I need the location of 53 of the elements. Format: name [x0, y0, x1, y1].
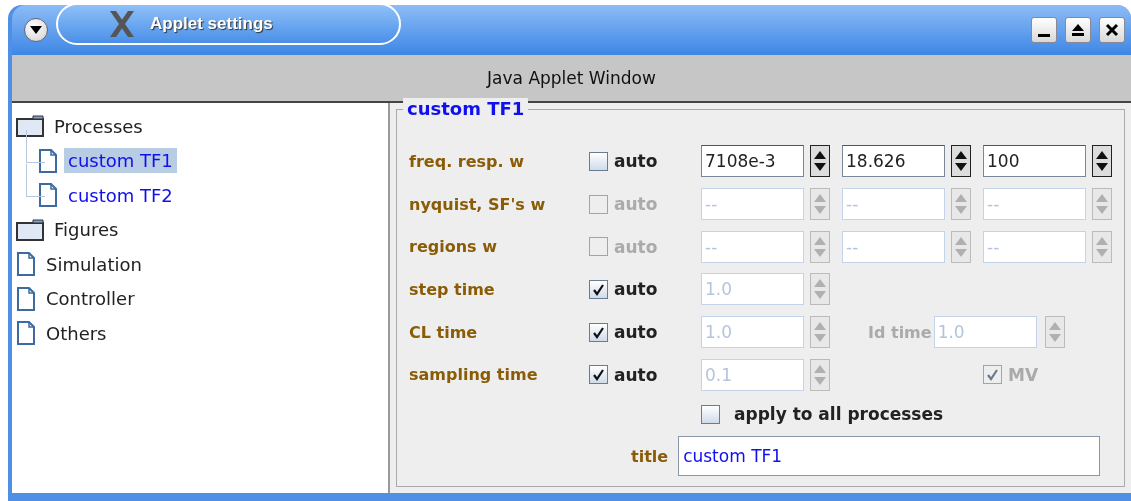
- banner-text: Java Applet Window: [487, 68, 656, 88]
- auto-checkbox[interactable]: [589, 151, 608, 171]
- spinner-button[interactable]: [951, 145, 971, 178]
- field-label: title: [631, 446, 669, 466]
- row-label: nyquist, SF's w: [409, 194, 547, 214]
- maximize-button[interactable]: [1065, 17, 1091, 43]
- tree-item[interactable]: Simulation: [42, 251, 146, 277]
- row-label: regions w: [409, 237, 498, 257]
- tree-item[interactable]: Figures: [50, 217, 123, 243]
- number-field[interactable]: 18.626: [842, 145, 945, 178]
- document-icon: [38, 148, 58, 173]
- auto-checkbox[interactable]: [589, 279, 608, 299]
- document-icon: [38, 183, 58, 208]
- row-label: sampling time: [409, 365, 539, 385]
- document-icon: [16, 286, 36, 311]
- document-icon: [16, 252, 36, 277]
- eject-icon: [1071, 23, 1085, 37]
- minimize-icon: [1038, 33, 1050, 37]
- x-logo-icon: [108, 10, 136, 38]
- tree-item[interactable]: Others: [42, 320, 111, 346]
- checkbox-label: apply to all processes: [734, 404, 944, 425]
- auto-checkbox[interactable]: [589, 322, 608, 342]
- row-label: freq. resp. w: [409, 151, 525, 171]
- checkbox-label: auto: [614, 364, 658, 385]
- window-title: Applet settings: [150, 14, 273, 34]
- field-label: Id time: [868, 322, 932, 342]
- tree-item[interactable]: custom TF1: [64, 148, 177, 174]
- checkbox-label: auto: [614, 194, 658, 215]
- folder-icon: [16, 218, 44, 241]
- checkbox-label: auto: [614, 279, 658, 300]
- close-button[interactable]: [1099, 17, 1125, 43]
- checkbox-label: auto: [614, 236, 658, 257]
- tree-item[interactable]: Controller: [42, 286, 139, 312]
- checkbox-label: auto: [614, 322, 658, 343]
- number-field[interactable]: 100: [983, 145, 1086, 178]
- auto-checkbox[interactable]: [589, 365, 608, 385]
- window-menu-button[interactable]: [24, 18, 48, 42]
- spinner-button[interactable]: [810, 145, 830, 178]
- close-icon: [1105, 23, 1119, 37]
- tree-item[interactable]: Processes: [50, 113, 147, 139]
- title-field[interactable]: custom TF1: [678, 436, 1101, 477]
- apply-checkbox[interactable]: [701, 404, 720, 424]
- caret-icon: [30, 26, 42, 34]
- checkbox-label: auto: [614, 151, 658, 172]
- document-icon: [16, 321, 36, 346]
- spinner-button[interactable]: [1092, 145, 1112, 178]
- number-field[interactable]: 7108e-3: [701, 145, 804, 178]
- row-label: CL time: [409, 322, 479, 342]
- tree-item[interactable]: custom TF2: [64, 182, 177, 208]
- checkbox-label: MV: [1008, 364, 1039, 385]
- folder-icon: [16, 115, 44, 138]
- row-label: step time: [409, 279, 496, 299]
- minimize-button[interactable]: [1031, 17, 1057, 43]
